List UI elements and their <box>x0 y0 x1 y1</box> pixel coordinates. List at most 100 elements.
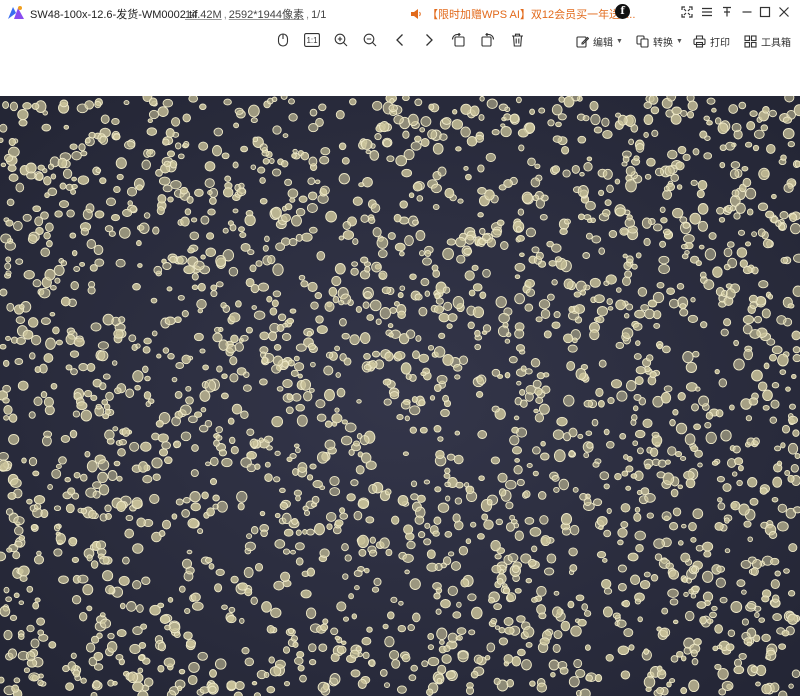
mouse-mode-button[interactable] <box>273 30 293 50</box>
cell <box>40 247 51 258</box>
toolbox-label: 工具箱 <box>761 37 791 49</box>
cell <box>47 187 58 197</box>
minimize-button[interactable] <box>739 4 755 20</box>
cell <box>236 187 247 197</box>
cell <box>70 188 77 195</box>
next-button[interactable] <box>419 30 439 50</box>
cell <box>762 238 773 249</box>
cell <box>412 182 423 192</box>
cell <box>14 358 24 365</box>
zoom-in-button[interactable] <box>331 30 351 50</box>
cell <box>532 470 539 477</box>
cell <box>358 548 367 557</box>
cell <box>283 680 291 687</box>
cell <box>736 479 743 487</box>
image-canvas[interactable] <box>0 96 800 696</box>
cell <box>569 564 578 573</box>
cell <box>33 396 43 407</box>
cell <box>606 508 612 514</box>
edit-menu[interactable]: 编辑 ▼ <box>576 32 623 50</box>
cell <box>615 207 626 217</box>
cell <box>536 372 545 380</box>
previous-button[interactable] <box>390 30 410 50</box>
cell <box>633 393 642 401</box>
cell <box>76 401 88 411</box>
cell <box>88 509 97 520</box>
cell <box>729 168 740 180</box>
cell <box>299 674 307 683</box>
cell <box>213 127 224 137</box>
cell <box>49 311 56 317</box>
rotate-left-button[interactable] <box>448 30 468 50</box>
cell <box>250 283 260 294</box>
cell <box>771 345 783 355</box>
cell <box>444 467 451 474</box>
cell <box>353 440 360 447</box>
cell <box>693 423 702 431</box>
convert-menu[interactable]: 转换 ▼ <box>636 32 683 50</box>
cell <box>264 461 271 468</box>
cell <box>432 203 440 211</box>
cell <box>524 278 536 288</box>
cell <box>468 289 476 297</box>
cell <box>614 178 621 185</box>
cell <box>662 345 671 354</box>
zoom-out-button[interactable] <box>360 30 380 50</box>
cell <box>617 114 628 126</box>
cell <box>687 314 699 323</box>
cell <box>352 238 359 246</box>
toolbox-button[interactable]: 工具箱 <box>744 32 791 50</box>
menu-button[interactable] <box>699 4 715 20</box>
cell <box>80 677 87 684</box>
cell <box>369 150 380 161</box>
cell <box>187 674 198 686</box>
cell <box>514 530 524 541</box>
cell <box>155 419 164 428</box>
print-button[interactable]: 打印 <box>693 32 730 50</box>
cell <box>637 616 643 623</box>
cell <box>442 286 451 294</box>
cell <box>290 549 296 555</box>
cell <box>405 329 416 339</box>
cell <box>453 363 463 372</box>
maximize-button[interactable] <box>757 4 773 20</box>
user-avatar[interactable]: f <box>615 4 630 19</box>
actual-size-button[interactable]: 1:1 <box>302 30 322 50</box>
pin-button[interactable] <box>719 4 735 20</box>
cell <box>463 165 469 171</box>
cell <box>698 395 710 407</box>
cell <box>551 165 561 174</box>
close-button[interactable] <box>776 4 792 20</box>
cell <box>753 129 765 139</box>
cell <box>350 267 359 276</box>
cell <box>244 541 256 552</box>
cell <box>8 413 18 423</box>
cell <box>490 456 501 465</box>
cell <box>36 617 46 626</box>
delete-button[interactable] <box>507 30 527 50</box>
fullscreen-button[interactable] <box>679 4 695 20</box>
cell <box>748 397 759 406</box>
cell <box>553 311 561 319</box>
cell <box>532 446 541 455</box>
cell <box>113 185 121 194</box>
promo-banner[interactable]: 【限时加赠WPS AI】双12会员买一年送4... <box>410 6 635 22</box>
cell <box>397 310 406 319</box>
cell <box>770 399 780 409</box>
cell <box>46 240 53 248</box>
cell <box>171 117 181 127</box>
cell <box>332 295 340 304</box>
cell <box>93 651 104 661</box>
cell <box>58 200 70 209</box>
cell <box>737 464 744 472</box>
cell <box>145 400 152 408</box>
cell <box>184 208 192 216</box>
cell <box>318 103 327 112</box>
cell <box>352 196 363 206</box>
rotate-right-button[interactable] <box>477 30 497 50</box>
cell <box>597 399 605 408</box>
cell <box>538 299 551 310</box>
cell <box>57 157 68 169</box>
cell <box>443 645 451 653</box>
cell <box>148 109 160 120</box>
